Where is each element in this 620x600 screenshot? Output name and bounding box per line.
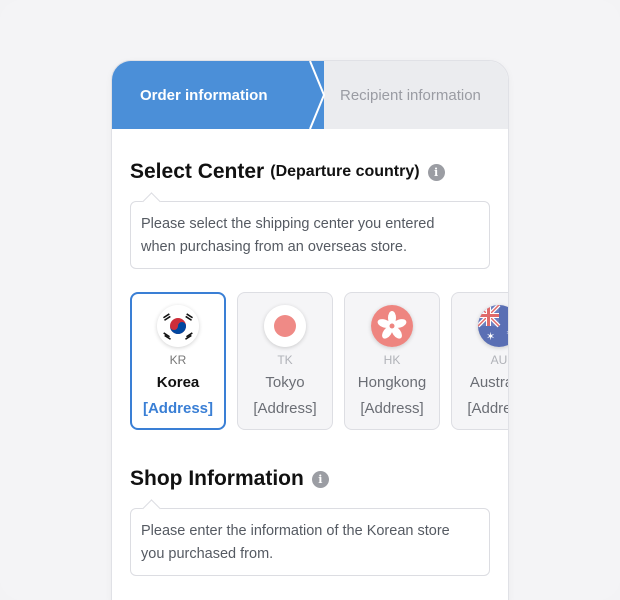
center-address-link[interactable]: [Address]: [132, 400, 224, 417]
shop-information-heading: Shop Information i: [130, 467, 329, 491]
select-center-note-line2: when purchasing from an overseas store.: [141, 239, 407, 255]
center-code: TK: [277, 353, 293, 367]
center-code: KR: [169, 353, 187, 367]
shop-information-note-line1: Please enter the information of the Kore…: [141, 523, 450, 539]
hongkong-flag-icon: [371, 305, 413, 347]
center-name: Korea: [156, 374, 200, 391]
center-option-tokyo[interactable]: TK Tokyo [Address]: [237, 292, 333, 430]
center-option-australia[interactable]: ✶ ✶ AU Australia [Address]: [451, 292, 509, 430]
select-center-title: Select Center: [130, 160, 265, 183]
shop-information-title: Shop Information: [130, 467, 304, 490]
center-code: AU: [490, 353, 508, 367]
center-option-korea[interactable]: KR Korea [Address]: [130, 292, 226, 430]
step-order-information-label: Order information: [140, 86, 268, 104]
step-indicator: Order information Recipient information: [112, 61, 508, 129]
korea-flag-icon: [157, 305, 199, 347]
order-form-card: Order information Recipient information …: [111, 60, 509, 600]
select-center-subtitle: (Departure country): [270, 163, 420, 180]
center-address-link[interactable]: [Address]: [452, 400, 508, 417]
australia-flag-icon: ✶ ✶: [478, 305, 509, 347]
center-code: HK: [383, 353, 401, 367]
center-address-link[interactable]: [Address]: [238, 400, 332, 417]
step-arrow-icon: [300, 61, 326, 129]
step-recipient-information-label: Recipient information: [340, 86, 481, 104]
svg-text:✶: ✶: [486, 330, 495, 343]
center-option-hongkong[interactable]: HK Hongkong [Address]: [344, 292, 440, 430]
center-list: KR Korea [Address] TK Tokyo [Address] HK…: [130, 292, 509, 432]
select-center-heading: Select Center (Departure country) i: [130, 160, 445, 184]
info-icon[interactable]: i: [427, 163, 445, 181]
shop-information-note-line2: you purchased from.: [141, 546, 274, 562]
center-name: Hongkong: [357, 374, 427, 391]
svg-text:✶: ✶: [506, 329, 509, 337]
center-name: Tokyo: [265, 374, 305, 391]
shop-information-note: Please enter the information of the Kore…: [130, 508, 490, 576]
select-center-note: Please select the shipping center you en…: [130, 201, 490, 269]
step-recipient-information[interactable]: Recipient information: [340, 61, 481, 129]
center-address-link[interactable]: [Address]: [345, 400, 439, 417]
step-order-information[interactable]: Order information: [112, 61, 324, 129]
info-icon[interactable]: i: [311, 470, 329, 488]
center-name: Australia: [469, 374, 508, 391]
select-center-note-line1: Please select the shipping center you en…: [141, 216, 435, 232]
japan-flag-icon: [264, 305, 306, 347]
